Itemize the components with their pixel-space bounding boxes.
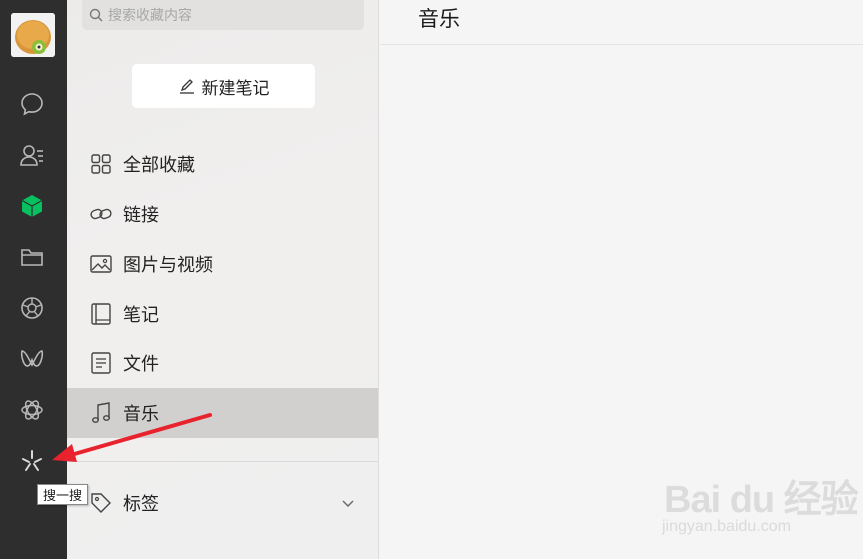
search-input[interactable] xyxy=(108,7,358,23)
tags-section[interactable]: 标签 xyxy=(67,478,378,528)
nav-item-links[interactable]: 链接 xyxy=(67,189,378,239)
grid-icon xyxy=(91,154,111,174)
search-sparkle-icon[interactable] xyxy=(18,447,46,475)
link-icon xyxy=(90,208,112,220)
tag-icon xyxy=(91,493,111,513)
content-header: 音乐 xyxy=(380,0,863,45)
folder-icon[interactable] xyxy=(18,243,46,271)
nav-item-all[interactable]: 全部收藏 xyxy=(67,139,378,189)
nav-item-notes[interactable]: 笔记 xyxy=(67,289,378,339)
left-rail xyxy=(0,0,67,559)
watermark: Bai du 经验 jingyan.baidu.com xyxy=(660,462,860,542)
watermark-url: jingyan.baidu.com xyxy=(662,518,791,535)
search-box[interactable] xyxy=(82,0,364,30)
new-note-button[interactable]: 新建笔记 xyxy=(132,64,315,108)
favorites-cube-icon[interactable] xyxy=(18,192,46,220)
nav-item-label: 全部收藏 xyxy=(123,155,195,175)
nav-item-files[interactable]: 文件 xyxy=(67,338,378,388)
nav-item-images-videos[interactable]: 图片与视频 xyxy=(67,239,378,289)
watermark-brand: Bai du 经验 xyxy=(664,479,859,521)
file-icon xyxy=(91,352,111,374)
favorites-panel: 新建笔记 全部收藏 链接 图片与视频 笔记 文件 音乐 标签 xyxy=(67,0,379,559)
annotation-arrow xyxy=(52,413,212,462)
image-icon xyxy=(90,255,112,273)
chevron-down-icon[interactable] xyxy=(340,495,356,511)
nav-item-label: 笔记 xyxy=(123,305,159,325)
page-title: 音乐 xyxy=(418,8,460,31)
channels-icon[interactable] xyxy=(18,345,46,373)
avatar[interactable] xyxy=(11,13,55,57)
mini-program-icon[interactable] xyxy=(18,396,46,424)
pencil-icon xyxy=(179,79,194,94)
moments-icon[interactable] xyxy=(18,294,46,322)
search-icon xyxy=(89,8,103,22)
notebook-icon xyxy=(91,303,111,325)
nav-item-label: 文件 xyxy=(123,354,159,374)
chat-icon[interactable] xyxy=(18,90,46,118)
contacts-icon[interactable] xyxy=(18,141,46,169)
tags-label: 标签 xyxy=(123,494,159,514)
nav-item-label: 链接 xyxy=(123,205,159,225)
new-note-label: 新建笔记 xyxy=(201,78,270,98)
nav-item-label: 图片与视频 xyxy=(123,255,213,275)
tooltip: 搜一搜 xyxy=(37,484,89,505)
